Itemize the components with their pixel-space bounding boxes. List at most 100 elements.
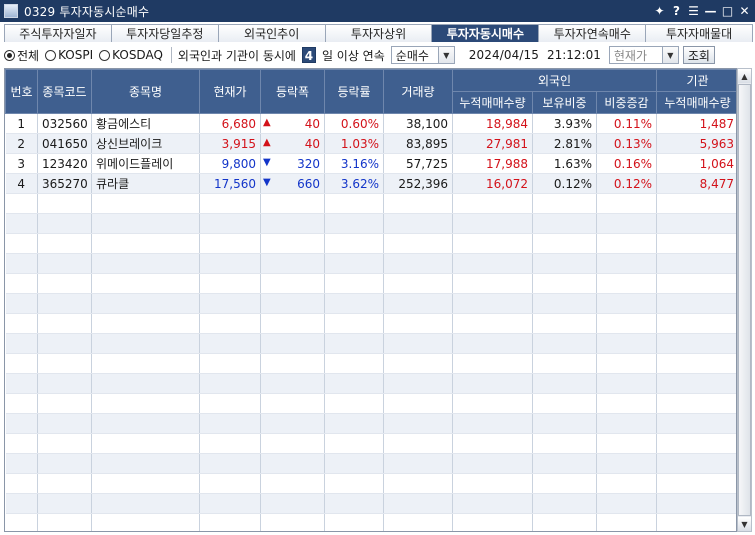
cell-f-cum [452, 313, 533, 334]
col-header-name[interactable]: 종목명 [91, 69, 200, 114]
cell-volume [383, 473, 453, 494]
cell-f-hold [532, 433, 597, 454]
tab-supply-zone[interactable]: 투자자매물대 [645, 24, 754, 42]
condition-prefix: 외국인과 기관이 동시에 [177, 48, 296, 63]
scroll-down-icon[interactable]: ▼ [738, 517, 751, 531]
cell-price [199, 493, 261, 514]
cell-f-delta [596, 233, 657, 254]
empty-row [5, 253, 736, 274]
tab-investor-daily[interactable]: 주식투자자일자 [4, 24, 112, 42]
table-row[interactable]: 4 365270 큐라클 17,560 ▼ 660 3.62% 252,396 16,072 0.… [5, 173, 736, 194]
change-value: 320 [297, 156, 320, 171]
cell-rate [324, 373, 384, 394]
market-radio-kospi[interactable]: KOSPI [45, 48, 93, 62]
cell-f-hold: 0.12% [532, 173, 597, 194]
cell-f-delta [596, 333, 657, 354]
cell-code [37, 253, 92, 274]
cell-f-hold [532, 453, 597, 474]
cell-name [91, 333, 200, 354]
market-radio-all[interactable]: 전체 [4, 47, 39, 64]
col-header-foreign-hold[interactable]: 보유비중 [532, 91, 597, 114]
cell-rate: 1.03% [324, 133, 384, 154]
cell-no [5, 253, 38, 274]
cell-change [260, 373, 325, 394]
cell-f-cum [452, 353, 533, 374]
cell-f-hold [532, 233, 597, 254]
scroll-thumb[interactable] [738, 84, 751, 516]
vertical-scrollbar[interactable]: ▲ ▼ [737, 68, 752, 532]
table-row[interactable]: 3 123420 위메이드플레이 9,800 ▼ 320 3.16% 57,725 17,988… [5, 153, 736, 174]
cell-volume [383, 293, 453, 314]
col-header-volume[interactable]: 거래량 [383, 69, 453, 114]
cell-i-cum [656, 493, 736, 514]
cell-rate [324, 273, 384, 294]
cell-f-delta [596, 313, 657, 334]
change-value: 40 [304, 136, 320, 151]
table-row[interactable]: 1 032560 황금에스티 6,680 ▲ 40 0.60% 38,100 18,984 3.9… [5, 113, 736, 134]
col-header-foreign-cum[interactable]: 누적매매수량 [452, 91, 533, 114]
cell-f-delta [596, 493, 657, 514]
cell-code [37, 373, 92, 394]
cell-rate [324, 313, 384, 334]
chevron-down-icon[interactable]: ▼ [437, 47, 454, 63]
cell-no: 4 [5, 173, 38, 194]
close-icon[interactable]: ✕ [736, 2, 753, 20]
cell-f-cum [452, 253, 533, 274]
cell-f-delta: 0.12% [596, 173, 657, 194]
condition-suffix: 일 이상 연속 [321, 48, 385, 63]
cell-rate [324, 413, 384, 434]
col-header-price[interactable]: 현재가 [199, 69, 261, 114]
cell-price [199, 373, 261, 394]
cell-name: 황금에스티 [91, 113, 200, 134]
cell-rate [324, 333, 384, 354]
cell-no [5, 213, 38, 234]
cell-f-hold: 2.81% [532, 133, 597, 154]
col-group-foreign: 외국인 [452, 69, 657, 92]
tab-consecutive-buy[interactable]: 투자자연속매수 [538, 24, 647, 42]
cell-name [91, 353, 200, 374]
col-header-no[interactable]: 번호 [5, 69, 38, 114]
col-header-foreign-delta[interactable]: 비중증감 [596, 91, 657, 114]
maximize-icon[interactable]: □ [719, 2, 736, 20]
pin-icon[interactable]: ✦ [651, 2, 668, 20]
help-icon[interactable]: ? [668, 2, 685, 20]
empty-row [5, 513, 736, 531]
cell-rate [324, 353, 384, 374]
cell-f-cum [452, 513, 533, 531]
col-header-rate[interactable]: 등락률 [324, 69, 384, 114]
price-basis-select[interactable]: 현재가 ▼ [608, 46, 679, 64]
cell-f-delta: 0.11% [596, 113, 657, 134]
table-row[interactable]: 2 041650 상신브레이크 3,915 ▲ 40 1.03% 83,895 27,981 2.… [5, 133, 736, 154]
tab-foreign-trend[interactable]: 외국인추이 [217, 24, 326, 42]
minimize-icon[interactable]: — [702, 2, 719, 20]
result-table: 번호 종목코드 종목명 현재가 등락폭 등락률 거래량 외국인 기관 누적매매수… [5, 69, 736, 531]
cell-name [91, 253, 200, 274]
cell-name [91, 373, 200, 394]
col-header-change[interactable]: 등락폭 [260, 69, 325, 114]
tab-investor-estimate[interactable]: 투자자당일추정 [110, 24, 219, 42]
change-value: 660 [297, 176, 320, 191]
scroll-up-icon[interactable]: ▲ [738, 69, 751, 83]
market-radio-kosdaq[interactable]: KOSDAQ [99, 48, 163, 62]
cell-price [199, 353, 261, 374]
cell-rate [324, 473, 384, 494]
cell-f-delta [596, 373, 657, 394]
cell-f-hold [532, 193, 597, 214]
col-header-code[interactable]: 종목코드 [37, 69, 92, 114]
days-input[interactable]: 4 [301, 47, 316, 63]
cell-i-cum: 1,064 [656, 153, 736, 174]
cell-code [37, 513, 92, 531]
cell-volume [383, 433, 453, 454]
col-header-inst-cum[interactable]: 누적매매수량 [656, 91, 736, 114]
cell-no: 1 [5, 113, 38, 134]
cell-volume [383, 413, 453, 434]
empty-row [5, 493, 736, 514]
up-triangle-icon: ▲ [263, 136, 271, 148]
chevron-down-icon[interactable]: ▼ [661, 47, 678, 63]
trade-type-select[interactable]: 순매수 ▼ [390, 46, 455, 64]
cell-change [260, 453, 325, 474]
tab-investor-top[interactable]: 투자자상위 [324, 24, 433, 42]
menu-icon[interactable]: ☰ [685, 2, 702, 20]
tab-simultaneous-buy[interactable]: 투자자동시매수 [431, 24, 540, 42]
query-button[interactable]: 조회 [682, 46, 715, 64]
